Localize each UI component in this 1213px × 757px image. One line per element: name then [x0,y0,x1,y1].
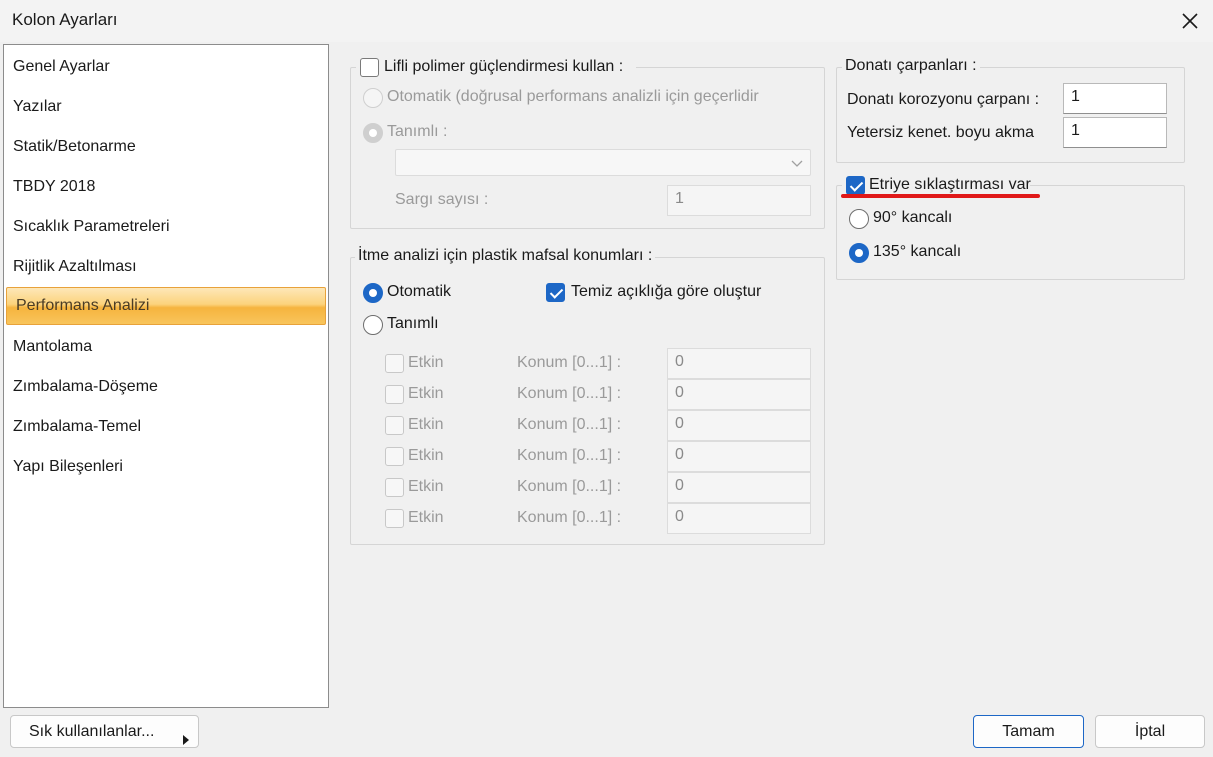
sidebar-item-performans-analizi[interactable]: Performans Analizi [6,287,326,325]
hinge-position-label: Konum [0...1] : [517,354,622,371]
hinge-position-label: Konum [0...1] : [517,416,622,433]
anchorage-factor-label: Yetersiz kenet. boyu akma [847,124,1035,141]
hinge-position-field[interactable]: 0 [667,441,811,472]
frp-layers-field[interactable]: 1 [667,185,811,216]
frp-checkbox[interactable] [360,58,379,77]
hinge-auto-label[interactable]: Otomatik [387,283,451,301]
ok-button[interactable]: Tamam [973,715,1084,748]
hinge-auto-radio[interactable] [363,283,383,303]
frp-defined-radio[interactable] [363,123,383,143]
sidebar-item-zimbalama-doseme[interactable]: Zımbalama-Döşeme [4,369,324,405]
hinge-position-label: Konum [0...1] : [517,447,622,464]
close-icon [1174,5,1206,37]
frp-auto-radio[interactable] [363,88,383,108]
hinge-active-checkbox[interactable] [385,509,404,528]
frp-auto-label[interactable]: Otomatik (doğrusal performans analizli i… [387,88,759,106]
hinge-defined-radio[interactable] [363,315,383,335]
hook-135-label[interactable]: 135° kancalı [873,243,961,261]
sidebar-item-yapi-bilesenleri[interactable]: Yapı Bileşenleri [4,449,324,485]
frp-material-select[interactable] [395,149,811,176]
hinge-active-label[interactable]: Etkin [408,416,444,434]
hook-135-radio[interactable] [849,243,869,263]
favorites-button[interactable]: Sık kullanılanlar... [10,715,199,748]
rebar-factors-group [836,67,1185,163]
hinge-defined-label[interactable]: Tanımlı [387,315,439,333]
clear-span-checkbox[interactable] [546,283,565,302]
stirrup-group [836,185,1185,280]
frp-layers-label: Sargı sayısı : [395,191,489,208]
hinge-active-checkbox[interactable] [385,416,404,435]
sidebar-item-rijitlik-azaltilmasi[interactable]: Rijitlik Azaltılması [4,249,324,285]
frp-checkbox-label[interactable]: Lifli polimer güçlendirmesi kullan : [384,58,623,76]
sidebar-item-tbdy-2018[interactable]: TBDY 2018 [4,169,324,205]
hinge-active-label[interactable]: Etkin [408,509,444,527]
settings-dialog: Kolon Ayarları Genel Ayarlar Yazılar Sta… [0,0,1213,753]
anchorage-factor-field[interactable]: 1 [1063,117,1167,148]
category-list: Genel Ayarlar Yazılar Statik/Betonarme T… [3,44,329,708]
sidebar-item-genel-ayarlar[interactable]: Genel Ayarlar [4,49,324,85]
hinge-position-label: Konum [0...1] : [517,509,622,526]
hinge-active-label[interactable]: Etkin [408,385,444,403]
frp-defined-label[interactable]: Tanımlı : [387,123,447,141]
highlight-underline [841,194,1040,198]
window-title: Kolon Ayarları [12,10,118,29]
sidebar-item-yazilar[interactable]: Yazılar [4,89,324,125]
hinge-legend: İtme analizi için plastik mafsal konumla… [355,247,656,265]
hinge-active-label[interactable]: Etkin [408,447,444,465]
rebar-factors-legend: Donatı çarpanları : [842,57,980,75]
corrosion-factor-label: Donatı korozyonu çarpanı : [847,91,1040,108]
hinge-position-field[interactable]: 0 [667,472,811,503]
sidebar-item-statik-betonarme[interactable]: Statik/Betonarme [4,129,324,165]
stirrup-densification-checkbox[interactable] [846,176,865,195]
hinge-active-checkbox[interactable] [385,385,404,404]
hook-90-label[interactable]: 90° kancalı [873,209,952,227]
hinge-position-field[interactable]: 0 [667,503,811,534]
sidebar-item-mantolama[interactable]: Mantolama [4,329,324,365]
hinge-position-field[interactable]: 0 [667,410,811,441]
hinge-position-label: Konum [0...1] : [517,385,622,402]
favorites-label: Sık kullanılanlar... [29,723,155,740]
sidebar-item-sicaklik-parametreleri[interactable]: Sıcaklık Parametreleri [4,209,324,245]
hook-90-radio[interactable] [849,209,869,229]
sidebar-item-zimbalama-temel[interactable]: Zımbalama-Temel [4,409,324,445]
hinge-active-label[interactable]: Etkin [408,354,444,372]
cancel-button[interactable]: İptal [1095,715,1205,748]
hinge-position-field[interactable]: 0 [667,348,811,379]
stirrup-densification-label[interactable]: Etriye sıklaştırması var [869,176,1031,194]
hinge-position-label: Konum [0...1] : [517,478,622,495]
close-button[interactable] [1174,5,1206,37]
hinge-active-checkbox[interactable] [385,354,404,373]
hinge-active-checkbox[interactable] [385,478,404,497]
clear-span-label[interactable]: Temiz açıklığa göre oluştur [571,283,761,301]
hinge-active-checkbox[interactable] [385,447,404,466]
title-bar: Kolon Ayarları [0,0,1213,42]
triangle-right-icon [182,726,190,757]
hinge-active-label[interactable]: Etkin [408,478,444,496]
corrosion-factor-field[interactable]: 1 [1063,83,1167,114]
hinge-position-field[interactable]: 0 [667,379,811,410]
chevron-down-icon [790,156,804,170]
